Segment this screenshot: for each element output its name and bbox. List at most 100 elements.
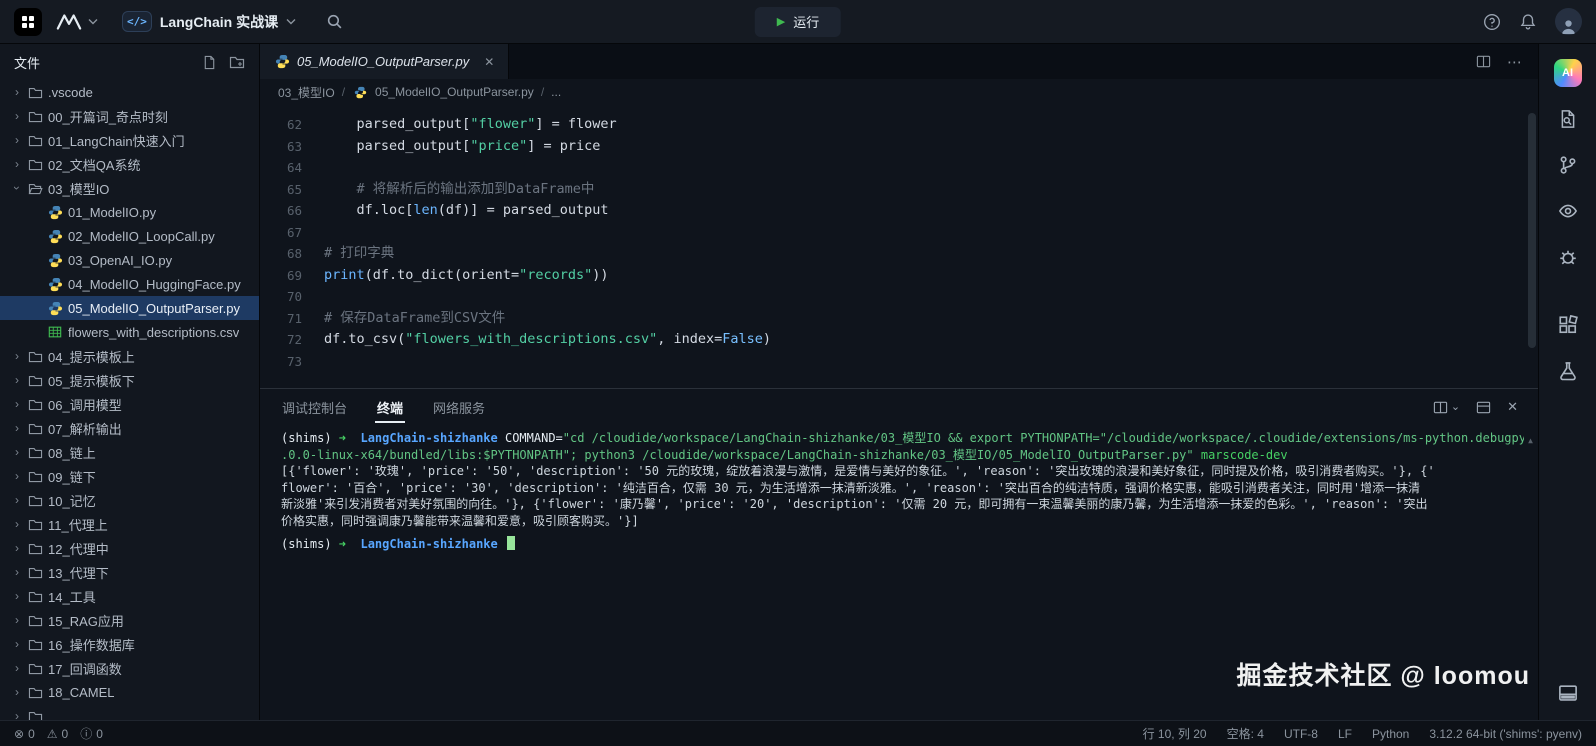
breadcrumb-folder[interactable]: 03_模型IO	[278, 84, 335, 101]
status-field-4[interactable]: Python	[1372, 727, 1409, 741]
tree-item[interactable]: ›16_操作数据库	[0, 632, 259, 656]
tree-item[interactable]: ›04_提示模板上	[0, 344, 259, 368]
tree-item[interactable]: ›14_工具	[0, 584, 259, 608]
new-file-icon[interactable]	[202, 55, 217, 70]
tree-item[interactable]: 02_ModelIO_LoopCall.py	[0, 224, 259, 248]
status-notifications[interactable]: ⓘ0	[80, 725, 103, 742]
py-icon	[47, 253, 63, 268]
ai-assistant-icon[interactable]: AI	[1553, 58, 1583, 88]
status-field-1[interactable]: 空格: 4	[1227, 725, 1264, 742]
help-icon[interactable]	[1483, 13, 1501, 31]
line-number: 65	[260, 179, 324, 201]
notifications-bell-icon[interactable]	[1519, 13, 1537, 31]
tree-item[interactable]: ›11_代理上	[0, 512, 259, 536]
scroll-up-icon[interactable]: ▲	[1528, 433, 1533, 450]
warnings-icon: ⚠	[47, 727, 58, 741]
status-errors[interactable]: ⊗0	[14, 727, 35, 741]
tree-item[interactable]: ›05_提示模板下	[0, 368, 259, 392]
status-warnings[interactable]: ⚠0	[47, 727, 68, 741]
tree-item[interactable]: ›18_CAMEL	[0, 680, 259, 704]
tree-item[interactable]: ›10_记忆	[0, 488, 259, 512]
folder-icon	[27, 110, 43, 123]
tree-item[interactable]: flowers_with_descriptions.csv	[0, 320, 259, 344]
user-avatar[interactable]	[1555, 8, 1582, 35]
terminal-line: 新淡雅'来引发消费者对美好氛围的向往。'}, {'flower': '康乃馨',…	[281, 496, 1524, 513]
tree-item[interactable]: ›	[0, 704, 259, 720]
chevron-icon: ›	[10, 183, 24, 193]
search-icon[interactable]	[326, 13, 343, 30]
code-text: parsed_output["price"] = price	[324, 136, 600, 158]
more-actions-icon[interactable]: ⋯	[1507, 53, 1522, 71]
project-switcher[interactable]: </> LangChain 实战课	[122, 11, 296, 32]
tree-item[interactable]: ›02_文档QA系统	[0, 152, 259, 176]
file-search-icon[interactable]	[1553, 104, 1583, 134]
tree-item[interactable]: ›06_调用模型	[0, 392, 259, 416]
panel-layout-icon[interactable]	[1553, 678, 1583, 708]
tree-item[interactable]: ›08_链上	[0, 440, 259, 464]
chevron-icon: ›	[12, 109, 22, 123]
preview-eye-icon[interactable]	[1553, 196, 1583, 226]
new-folder-icon[interactable]	[229, 55, 245, 69]
tree-item-label: 10_记忆	[48, 491, 96, 510]
chevron-icon: ›	[12, 589, 22, 603]
chevron-icon: ›	[12, 133, 22, 147]
tree-item[interactable]: ›01_LangChain快速入门	[0, 128, 259, 152]
chevron-icon: ›	[12, 373, 22, 387]
chevron-icon: ›	[12, 421, 22, 435]
marscode-logo[interactable]	[56, 13, 98, 31]
tree-item[interactable]: ›00_开篇词_奇点时刻	[0, 104, 259, 128]
panel-tab-terminal[interactable]: 终端	[375, 390, 405, 425]
split-terminal-icon[interactable]: ⌄	[1433, 400, 1460, 415]
close-icon[interactable]: ✕	[484, 55, 494, 69]
tree-item[interactable]: ›12_代理中	[0, 536, 259, 560]
status-field-5[interactable]: 3.12.2 64-bit ('shims': pyenv)	[1429, 727, 1582, 741]
tree-item[interactable]: ›03_模型IO	[0, 176, 259, 200]
tree-item[interactable]: ›.vscode	[0, 80, 259, 104]
status-bar: ⊗0 ⚠0 ⓘ0 行 10, 列 20 空格: 4 UTF-8 LF Python 3.12.…	[0, 720, 1596, 746]
code-editor[interactable]: 62 parsed_output["flower"] = flower63 pa…	[260, 105, 1538, 388]
breadcrumb-file[interactable]: 05_ModelIO_OutputParser.py	[375, 85, 534, 99]
app-launcher-button[interactable]	[14, 8, 42, 36]
chevron-down-icon: ⌄	[1451, 404, 1460, 410]
test-flask-icon[interactable]	[1553, 356, 1583, 386]
tree-item[interactable]: ›09_链下	[0, 464, 259, 488]
topbar-right	[1483, 8, 1582, 35]
folder-icon	[27, 518, 43, 531]
problems-summary[interactable]: ⊗0 ⚠0 ⓘ0	[14, 725, 103, 742]
code-line: 72df.to_csv("flowers_with_descriptions.c…	[260, 329, 1538, 351]
close-panel-icon[interactable]: ✕	[1507, 399, 1518, 415]
tree-item[interactable]: 03_OpenAI_IO.py	[0, 248, 259, 272]
editor-tab[interactable]: 05_ModelIO_OutputParser.py ✕	[260, 44, 509, 79]
status-field-0[interactable]: 行 10, 列 20	[1143, 725, 1207, 742]
tree-item[interactable]: ›15_RAG应用	[0, 608, 259, 632]
code-text: df.to_csv("flowers_with_descriptions.csv…	[324, 329, 771, 351]
editor-scrollbar[interactable]	[1528, 113, 1536, 348]
source-control-icon[interactable]	[1553, 150, 1583, 180]
debug-bug-icon[interactable]	[1553, 242, 1583, 272]
extensions-icon[interactable]	[1553, 310, 1583, 340]
main-area: 文件 ›.vscode›00_开篇词_奇点时刻›01_LangChain快速入门…	[0, 44, 1596, 720]
status-field-2[interactable]: UTF-8	[1284, 727, 1318, 741]
breadcrumb-symbol[interactable]: ...	[551, 85, 561, 99]
status-field-3[interactable]: LF	[1338, 727, 1352, 741]
line-number: 71	[260, 308, 324, 330]
terminal[interactable]: ●(shims) ➜ LangChain-shizhanke COMMAND="…	[260, 425, 1538, 720]
tree-item[interactable]: ›17_回调函数	[0, 656, 259, 680]
chevron-icon: ›	[12, 565, 22, 579]
grid-icon	[21, 15, 35, 29]
chevron-icon: ›	[12, 469, 22, 483]
run-label: 运行	[793, 12, 819, 31]
run-button[interactable]: ▶ 运行	[755, 7, 841, 37]
folder-icon	[27, 398, 43, 411]
tree-item[interactable]: ›13_代理下	[0, 560, 259, 584]
panel-tab-debug-console[interactable]: 调试控制台	[280, 390, 349, 425]
panel-tab-network-service[interactable]: 网络服务	[431, 390, 487, 425]
tree-item-label: 17_回调函数	[48, 659, 122, 678]
tree-item[interactable]: 05_ModelIO_OutputParser.py	[0, 296, 259, 320]
split-editor-icon[interactable]	[1476, 54, 1491, 69]
tree-item[interactable]: 04_ModelIO_HuggingFace.py	[0, 272, 259, 296]
tree-item[interactable]: ›07_解析输出	[0, 416, 259, 440]
maximize-panel-icon[interactable]	[1476, 400, 1491, 415]
tree-item-label: 12_代理中	[48, 539, 109, 558]
tree-item[interactable]: 01_ModelIO.py	[0, 200, 259, 224]
